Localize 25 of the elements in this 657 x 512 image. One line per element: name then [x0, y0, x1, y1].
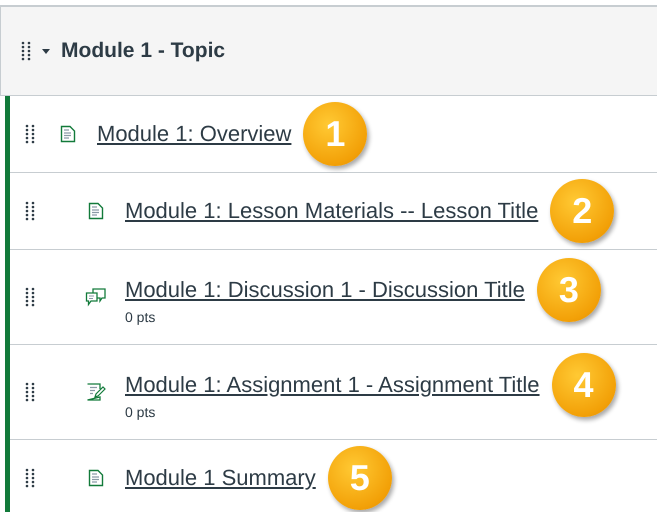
points-label: 0 pts	[125, 309, 156, 325]
number-badge: 3	[536, 258, 601, 322]
points-label: 0 pts	[125, 404, 156, 420]
chat-bubbles-icon	[85, 287, 107, 307]
number-badge: 5	[328, 446, 392, 510]
module-title: Module 1 - Topic	[61, 39, 226, 63]
drag-handle-icon[interactable]	[25, 287, 35, 307]
assignment-icon	[86, 382, 106, 402]
number-badge: 2	[550, 179, 614, 243]
number-badge: 4	[552, 353, 616, 417]
item-link[interactable]: Module 1: Overview	[97, 121, 292, 147]
number-badge: 1	[303, 102, 368, 166]
drag-handle-icon[interactable]	[25, 382, 35, 402]
drag-handle-icon[interactable]	[25, 124, 35, 144]
item-link[interactable]: Module 1: Assignment 1 - Assignment Title	[125, 372, 540, 398]
document-icon	[88, 202, 104, 220]
document-icon	[88, 469, 104, 487]
drag-handle-icon[interactable]	[21, 41, 31, 61]
item-link[interactable]: Module 1 Summary	[125, 465, 316, 491]
drag-handle-icon[interactable]	[25, 468, 35, 488]
document-icon	[60, 125, 76, 143]
drag-handle-icon[interactable]	[25, 201, 35, 221]
item-link[interactable]: Module 1: Discussion 1 - Discussion Title	[125, 277, 525, 303]
item-link[interactable]: Module 1: Lesson Materials -- Lesson Title	[125, 198, 538, 224]
caret-icon[interactable]	[41, 47, 51, 55]
